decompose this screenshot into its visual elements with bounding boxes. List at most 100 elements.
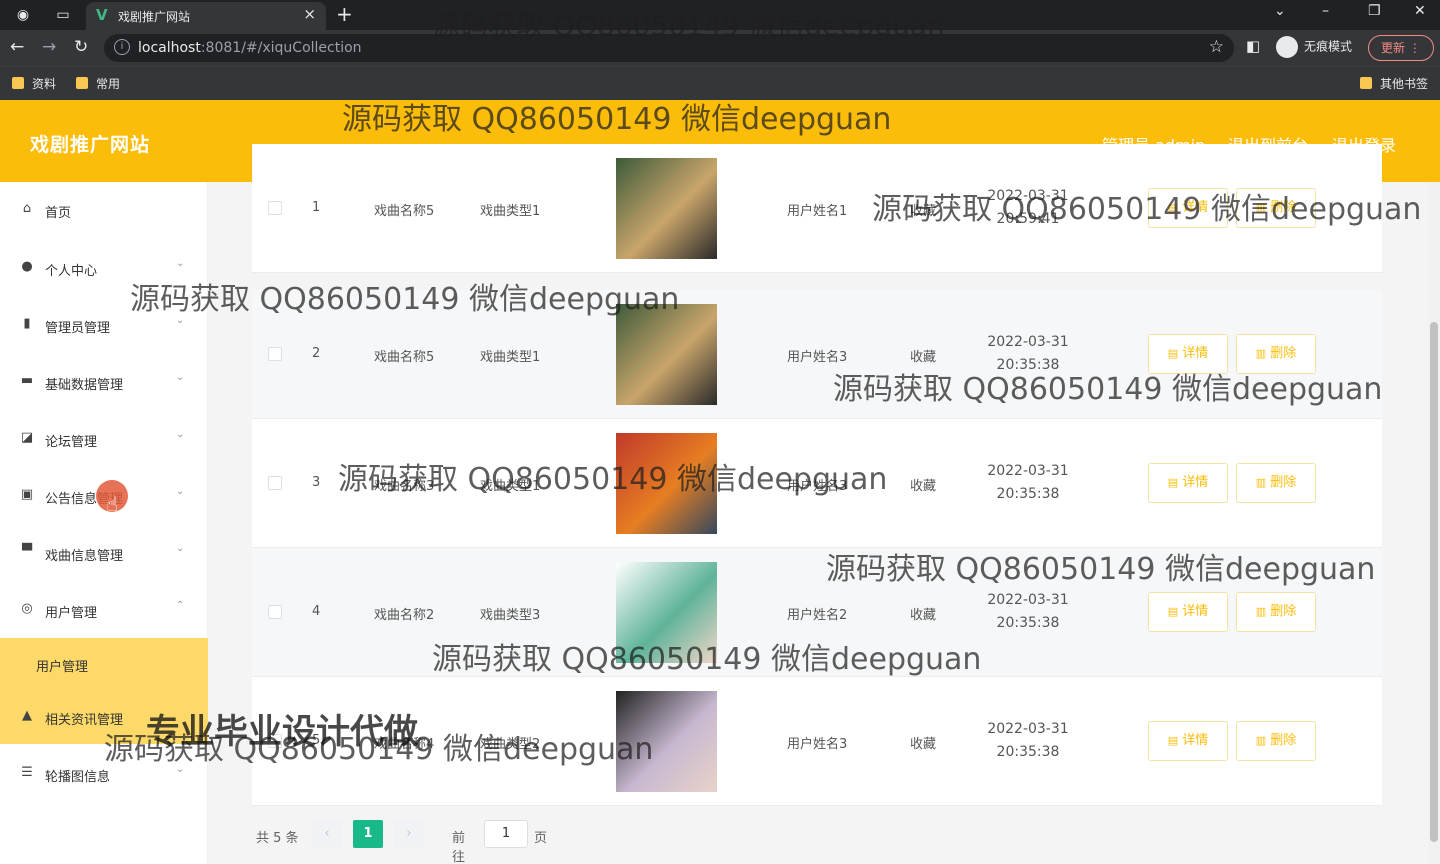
- home-icon: ⌂: [22, 201, 32, 216]
- page-number-1[interactable]: 1: [353, 820, 383, 848]
- next-page-button[interactable]: ›: [394, 820, 424, 848]
- user-name: 用户姓名2: [787, 608, 848, 623]
- back-icon[interactable]: ←: [10, 37, 24, 57]
- chevron-down-icon: ⌄: [176, 764, 185, 775]
- row-checkbox[interactable]: [268, 347, 282, 361]
- row-checkbox[interactable]: [268, 476, 282, 490]
- chevron-up-icon: ⌃: [176, 600, 185, 611]
- row-checkbox[interactable]: [268, 605, 282, 619]
- layers-icon: ☰: [21, 765, 33, 780]
- main-content: 1 戏曲名称5 戏曲类型1 用户姓名1 收藏 2022-03-31 20:59:41 ▤ 详情 ▥…: [208, 144, 1440, 864]
- other-bookmarks[interactable]: 其他书签: [1360, 75, 1428, 92]
- forward-icon[interactable]: →: [42, 37, 56, 57]
- sidebar: ⌂ 首页 ● 个人中心 ⌄ ▮ 管理员管理 ⌄ ▬ 基础数据管理 ⌄ ◪ 论坛管…: [0, 182, 208, 864]
- bookmark-folder-1[interactable]: 常用: [76, 75, 120, 92]
- bookmark-folder-0[interactable]: 资料: [12, 75, 56, 92]
- restore-icon[interactable]: ❐: [1368, 3, 1381, 19]
- incognito-icon: [1276, 36, 1298, 58]
- hand-cursor-icon: ☝: [106, 492, 119, 516]
- detail-button[interactable]: ▤ 详情: [1148, 188, 1228, 228]
- opera-name: 戏曲名称5: [374, 204, 435, 219]
- prev-page-button[interactable]: ‹: [312, 820, 342, 848]
- sidebar-item-label: 轮播图信息: [45, 770, 111, 785]
- sidepanel-icon[interactable]: ◧: [1246, 37, 1260, 55]
- sidebar-item-opera[interactable]: ▀ 戏曲信息管理 ⌄: [0, 533, 208, 573]
- minimize-icon[interactable]: –: [1322, 3, 1329, 19]
- opera-name: 戏曲名称2: [374, 608, 435, 623]
- collect-type: 收藏: [910, 479, 937, 494]
- delete-button[interactable]: ▥ 删除: [1236, 592, 1316, 632]
- document-icon: ▤: [1167, 347, 1179, 360]
- bar-chart-icon: ▮: [23, 316, 31, 331]
- sidebar-item-home[interactable]: ⌂ 首页: [0, 190, 208, 230]
- browser-menu-icon[interactable]: ◉: [12, 4, 34, 26]
- sidebar-item-label: 管理员管理: [45, 321, 111, 336]
- chevron-down-icon: ⌄: [176, 315, 185, 326]
- row-index: 4: [312, 604, 321, 619]
- row-index: 2: [312, 346, 321, 361]
- insert-clock: 20:35:38: [996, 744, 1060, 760]
- total-count: 共 5 条: [256, 831, 299, 846]
- insert-clock: 20:35:38: [996, 615, 1060, 631]
- incognito-indicator[interactable]: 无痕模式: [1276, 36, 1352, 58]
- trash-icon: ▥: [1255, 734, 1267, 747]
- opera-type: 戏曲类型3: [480, 608, 541, 623]
- detail-button[interactable]: ▤ 详情: [1148, 592, 1228, 632]
- bookmark-star-icon[interactable]: ☆: [1209, 37, 1224, 57]
- delete-button[interactable]: ▥ 删除: [1236, 188, 1316, 228]
- sidebar-item-forum[interactable]: ◪ 论坛管理 ⌄: [0, 419, 208, 459]
- trash-icon: ▥: [1255, 347, 1267, 360]
- insert-time: 2022-03-31 20:59:41: [972, 185, 1084, 231]
- new-tab-icon[interactable]: +: [336, 2, 353, 26]
- sidebar-item-label: 首页: [45, 206, 72, 221]
- collect-type: 收藏: [910, 737, 937, 752]
- goto-page-input[interactable]: 1: [484, 820, 528, 848]
- close-window-icon[interactable]: ✕: [1414, 3, 1426, 19]
- sidebar-item-admin[interactable]: ▮ 管理员管理 ⌄: [0, 305, 208, 345]
- document-icon: ▤: [1167, 605, 1179, 618]
- opera-type: 戏曲类型1: [480, 479, 541, 494]
- update-button[interactable]: 更新 ⋮: [1368, 35, 1434, 61]
- trash-icon: ▥: [1255, 201, 1267, 214]
- detail-button[interactable]: ▤ 详情: [1148, 334, 1228, 374]
- opera-type: 戏曲类型1: [480, 350, 541, 365]
- opera-thumbnail: [616, 158, 717, 259]
- scrollbar[interactable]: [1428, 182, 1440, 864]
- delete-button[interactable]: ▥ 删除: [1236, 463, 1316, 503]
- insert-date: 2022-03-31: [987, 334, 1069, 350]
- reload-icon[interactable]: ↻: [74, 37, 88, 57]
- chevron-down-icon[interactable]: ⌄: [1274, 3, 1286, 19]
- insert-clock: 20:35:38: [996, 486, 1060, 502]
- page-suffix: 页: [534, 831, 548, 846]
- address-bar[interactable]: i localhost:8081/#/xiquCollection ☆: [104, 34, 1234, 62]
- browser-tab[interactable]: V 戏剧推广网站 ×: [86, 2, 326, 30]
- close-tab-icon[interactable]: ×: [303, 5, 316, 23]
- scrollbar-thumb[interactable]: [1430, 322, 1438, 842]
- delete-button[interactable]: ▥ 删除: [1236, 334, 1316, 374]
- sidebar-item-label: 个人中心: [45, 264, 98, 279]
- row-checkbox[interactable]: [268, 201, 282, 215]
- sidebar-item-basic-data[interactable]: ▬ 基础数据管理 ⌄: [0, 362, 208, 402]
- trash-icon: ▥: [1255, 605, 1267, 618]
- delete-button[interactable]: ▥ 删除: [1236, 721, 1316, 761]
- sidebar-item-users[interactable]: ◎ 用户管理 ⌃: [0, 590, 208, 630]
- row-index: 3: [312, 475, 321, 490]
- goto-label: 前往: [452, 831, 466, 864]
- sidebar-item-label: 用户管理: [45, 606, 98, 621]
- table-row: 3 戏曲名称3 戏曲类型1 用户姓名3 收藏 2022-03-31 20:35:38 ▤ 详情 ▥…: [252, 419, 1382, 548]
- sidebar-item-carousel[interactable]: ☰ 轮播图信息 ⌄: [0, 754, 208, 794]
- detail-button[interactable]: ▤ 详情: [1148, 721, 1228, 761]
- table-row: 4 戏曲名称2 戏曲类型3 用户姓名2 收藏 2022-03-31 20:35:38 ▤ 详情 ▥…: [252, 548, 1382, 677]
- tab-search-icon[interactable]: ▭: [52, 4, 74, 26]
- insert-date: 2022-03-31: [987, 188, 1069, 204]
- bookmarks-bar: 资料 常用 其他书签: [0, 66, 1440, 100]
- sidebar-item-personal[interactable]: ● 个人中心 ⌄: [0, 248, 208, 288]
- monitor-icon: ▬: [20, 373, 34, 388]
- detail-button[interactable]: ▤ 详情: [1148, 463, 1228, 503]
- site-info-icon[interactable]: i: [114, 39, 130, 55]
- browser-tab-bar: ◉ ▭ V 戏剧推广网站 × + ⌄ – ❐ ✕: [0, 0, 1440, 30]
- site-brand: 戏剧推广网站: [30, 134, 151, 156]
- submenu-label: 用户管理: [36, 660, 89, 675]
- folder-icon: [1360, 77, 1372, 89]
- collection-table: 1 戏曲名称5 戏曲类型1 用户姓名1 收藏 2022-03-31 20:59:41 ▤ 详情 ▥…: [252, 144, 1382, 806]
